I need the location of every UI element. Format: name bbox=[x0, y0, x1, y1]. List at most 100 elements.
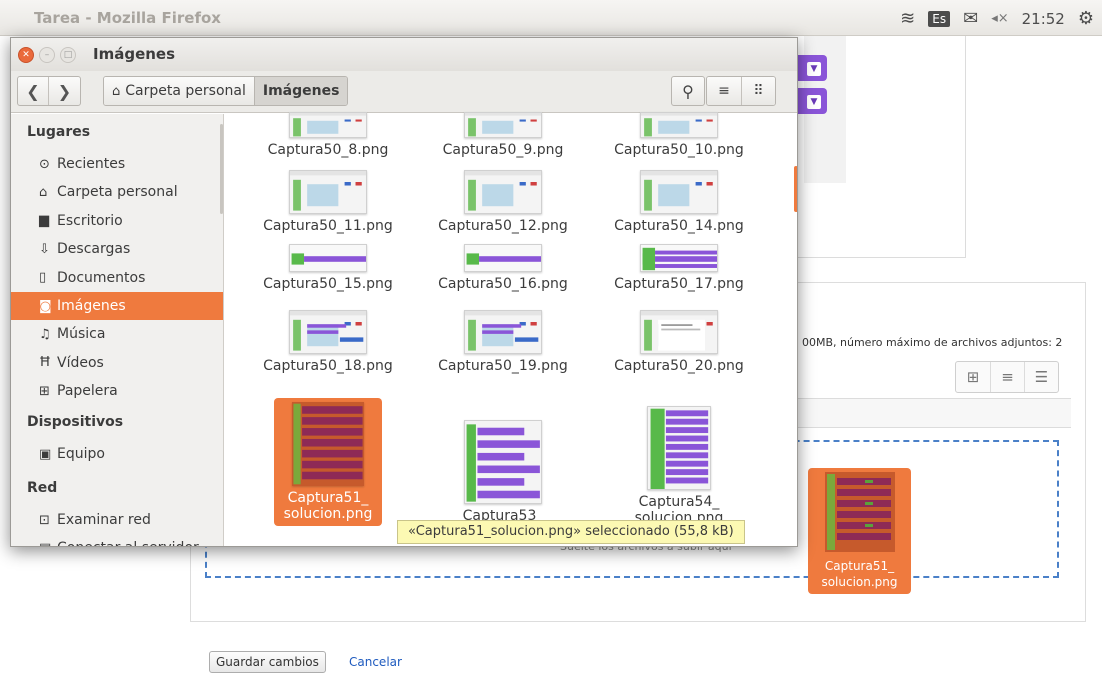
file-name: Captura50_9.png bbox=[442, 142, 564, 158]
keyboard-layout-indicator[interactable]: Es bbox=[928, 10, 951, 27]
clock-icon: ⊙ bbox=[39, 156, 50, 172]
sidebar-item-label: Música bbox=[57, 326, 106, 343]
file-item[interactable]: Captura50_10.png bbox=[609, 112, 749, 158]
sidebar-item-imágenes[interactable]: ◙ Imágenes bbox=[11, 292, 223, 320]
thumbnail-image bbox=[641, 245, 717, 271]
sidebar-item-escritorio[interactable]: ▆ Escritorio bbox=[11, 207, 223, 235]
dragged-file[interactable]: Captura51_ solucion.png bbox=[808, 468, 911, 594]
file-item[interactable]: Captura50_9.png bbox=[433, 112, 573, 158]
file-chooser-dialog: ✕ – □ Imágenes ❮ ❯ ⌂ Carpeta personal Im… bbox=[10, 37, 798, 547]
sidebar-item-label: Escritorio bbox=[57, 212, 123, 229]
sidebar-item-música[interactable]: ♫ Música bbox=[11, 320, 223, 348]
download-icon: ⇩ bbox=[39, 241, 50, 257]
file-icon-view: Captura50_8.png Captura50_9.png Captura50_… bbox=[225, 112, 797, 546]
file-item[interactable]: Captura50_11.png bbox=[258, 170, 398, 234]
content-scrollbar[interactable] bbox=[794, 166, 797, 212]
window-controls: ✕ – □ bbox=[18, 47, 76, 63]
breadcrumb-current[interactable]: Imágenes bbox=[253, 77, 348, 105]
list-view-icon[interactable]: ≡ bbox=[990, 362, 1024, 392]
close-icon[interactable]: ✕ bbox=[18, 47, 34, 63]
chevron-down-icon: ▼ bbox=[807, 62, 821, 76]
file-item[interactable]: Captura50_8.png bbox=[258, 112, 398, 158]
block-dropdown-2[interactable]: ▼ bbox=[793, 88, 827, 114]
file-name: Captura50_11.png bbox=[263, 218, 393, 234]
save-changes-button[interactable]: Guardar cambios bbox=[209, 651, 326, 673]
sidebar-item-conectar-al-servidor[interactable]: ▤Conectar al servidor bbox=[11, 534, 223, 546]
file-thumbnail bbox=[464, 310, 542, 354]
breadcrumb-home[interactable]: ⌂ Carpeta personal bbox=[104, 77, 254, 105]
sidebar-item-label: Carpeta personal bbox=[57, 184, 178, 201]
file-name: Captura51_ solucion.png bbox=[283, 490, 373, 522]
server-icon: ▤ bbox=[39, 541, 57, 546]
thumbnail-image bbox=[641, 311, 717, 353]
wifi-icon[interactable]: ≋ bbox=[900, 9, 915, 28]
file-item[interactable]: Captura50_19.png bbox=[433, 310, 573, 374]
settings-gear-icon[interactable]: ⚙ bbox=[1078, 8, 1094, 29]
chevron-down-icon: ▼ bbox=[807, 95, 821, 109]
file-name: Captura50_14.png bbox=[614, 218, 744, 234]
search-button[interactable]: ⚲ bbox=[671, 76, 705, 106]
dialog-title: Imágenes bbox=[93, 45, 176, 63]
menu-icon[interactable]: ≡ bbox=[707, 77, 741, 105]
thumbnail-image bbox=[641, 171, 717, 213]
file-item[interactable]: Captura50_18.png bbox=[258, 310, 398, 374]
sidebar-item-label: Equipo bbox=[57, 446, 105, 462]
sidebar-item-label: Papelera bbox=[57, 383, 118, 400]
document-icon: ▯ bbox=[39, 270, 47, 286]
file-item[interactable]: Captura54_ solucion.png bbox=[609, 406, 749, 526]
sidebar-item-recientes[interactable]: ⊙ Recientes bbox=[11, 150, 223, 178]
thumbnail-image bbox=[465, 311, 541, 353]
file-item[interactable]: Captura50_12.png bbox=[433, 170, 573, 234]
firefox-title-bar: Tarea - Mozilla Firefox ≋ Es ✉ ◂× 21:52 … bbox=[0, 0, 1102, 36]
cancel-link[interactable]: Cancelar bbox=[349, 655, 402, 669]
sidebar-item-papelera[interactable]: ⊞ Papelera bbox=[11, 377, 223, 405]
file-item[interactable]: Captura50_14.png bbox=[609, 170, 749, 234]
divider bbox=[965, 36, 966, 258]
back-button[interactable]: ❮ bbox=[18, 77, 49, 105]
file-thumbnail bbox=[464, 244, 542, 272]
file-manager-path-bar bbox=[797, 398, 1071, 428]
file-item[interactable]: Captura50_20.png bbox=[609, 310, 749, 374]
file-thumbnail bbox=[824, 472, 895, 552]
sidebar-item-equipo[interactable]: ▣ Equipo bbox=[11, 440, 223, 468]
forward-button[interactable]: ❯ bbox=[49, 77, 80, 105]
clock[interactable]: 21:52 bbox=[1022, 10, 1065, 28]
volume-muted-icon[interactable]: ◂× bbox=[991, 11, 1008, 26]
home-icon: ⌂ bbox=[112, 83, 121, 99]
sidebar-item-examinar-red[interactable]: ⊡ Examinar red bbox=[11, 506, 223, 534]
computer-icon: ▣ bbox=[39, 446, 52, 462]
places-sidebar: Lugares ⊙ Recientes ⌂ Carpeta personal ▆ Escri… bbox=[11, 114, 224, 546]
sidebar-item-documentos[interactable]: ▯ Documentos bbox=[11, 264, 223, 292]
grid-view-icon[interactable]: ⊞ bbox=[956, 362, 990, 392]
sidebar-item-vídeos[interactable]: Ħ Vídeos bbox=[11, 349, 223, 377]
file-item[interactable]: Captura50_15.png bbox=[258, 244, 398, 292]
upload-limits-text: 00MB, número máximo de archivos adjuntos… bbox=[802, 336, 1063, 349]
sidebar-item-descargas[interactable]: ⇩ Descargas bbox=[11, 235, 223, 263]
file-item[interactable]: Captura50_17.png bbox=[609, 244, 749, 292]
file-thumbnail bbox=[289, 310, 367, 354]
file-name: Captura50_12.png bbox=[438, 218, 568, 234]
dragged-file-label: Captura51_ solucion.png bbox=[821, 559, 898, 589]
breadcrumb: ⌂ Carpeta personal Imágenes bbox=[103, 76, 349, 106]
thumbnail-image bbox=[465, 171, 541, 213]
breadcrumb-current-label: Imágenes bbox=[262, 83, 340, 99]
sidebar-heading: Dispositivos bbox=[27, 414, 124, 430]
system-tray: ≋ Es ✉ ◂× 21:52 ⚙ bbox=[900, 8, 1094, 29]
dialog-toolbar: ❮ ❯ ⌂ Carpeta personal Imágenes ⚲ ≡ ⠿ bbox=[11, 71, 797, 113]
breadcrumb-home-label: Carpeta personal bbox=[125, 83, 246, 99]
file-item[interactable]: Captura50_16.png bbox=[433, 244, 573, 292]
sidebar-item-carpeta-personal[interactable]: ⌂ Carpeta personal bbox=[11, 178, 223, 206]
file-thumbnail bbox=[289, 244, 367, 272]
thumbnail-image bbox=[290, 311, 366, 353]
file-thumbnail bbox=[292, 402, 364, 486]
tree-view-icon[interactable]: ☰ bbox=[1024, 362, 1058, 392]
block-dropdown-1[interactable]: ▼ bbox=[793, 55, 827, 81]
mail-icon[interactable]: ✉ bbox=[963, 9, 978, 28]
file-thumbnail bbox=[289, 170, 367, 214]
grid-view-icon[interactable]: ⠿ bbox=[741, 77, 775, 105]
file-item-selected[interactable]: Captura51_ solucion.png bbox=[274, 398, 382, 526]
file-thumbnail bbox=[640, 112, 718, 138]
maximize-icon[interactable]: □ bbox=[60, 47, 76, 63]
minimize-icon[interactable]: – bbox=[39, 47, 55, 63]
file-name: Captura50_20.png bbox=[614, 358, 744, 374]
